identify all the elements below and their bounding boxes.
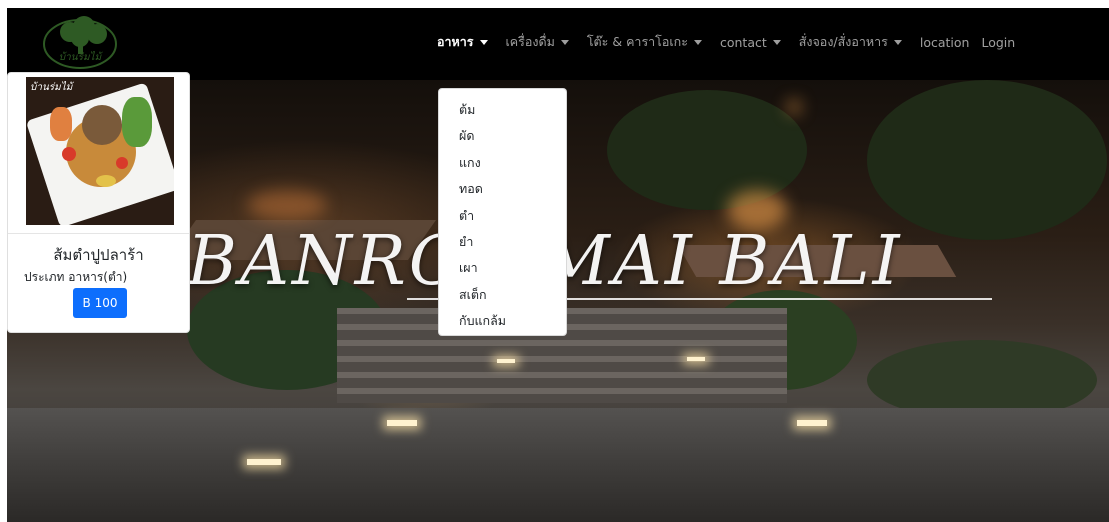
dropdown-item-fried[interactable]: ทอด xyxy=(439,176,566,202)
food-shape xyxy=(50,107,72,141)
nav-item-contact[interactable]: contact xyxy=(720,35,781,50)
ground-light xyxy=(797,420,827,426)
image-caption: บ้านร่มไม้ xyxy=(30,82,73,93)
nav-item-label: เครื่องดื่ม xyxy=(505,34,555,49)
tree-foliage xyxy=(867,80,1107,240)
nav-item-label: โต๊ะ & คาราโอเกะ xyxy=(586,34,688,49)
food-shape xyxy=(122,97,152,147)
nav-item-label: location xyxy=(919,34,970,50)
nav-item-label: สั่งจอง/สั่งอาหาร xyxy=(798,34,888,49)
nav-item-order[interactable]: สั่งจอง/สั่งอาหาร xyxy=(799,32,902,52)
light-glow xyxy=(247,190,327,220)
product-title: ส้มตำปูปลาร้า xyxy=(53,246,144,264)
nav-item-tables-karaoke[interactable]: โต๊ะ & คาราโอเกะ xyxy=(587,32,702,52)
dropdown-item-snacks[interactable]: กับแกล้ม xyxy=(439,308,566,334)
food-dropdown-menu: ต้ม ผัด แกง ทอด ตำ ยำ เผา สเต็ก กับแกล้ม xyxy=(438,88,567,336)
food-shape xyxy=(82,105,122,145)
ground-light xyxy=(387,420,417,426)
ground-light xyxy=(687,357,705,361)
dropdown-item-salad[interactable]: ยำ xyxy=(439,229,566,255)
food-shape xyxy=(62,147,76,161)
navbar: บ้านร่มไม้ อาหาร เครื่องดื่ม โต๊ะ & คารา… xyxy=(7,8,1109,80)
light-glow xyxy=(787,100,801,114)
product-image: บ้านร่มไม้ xyxy=(26,77,174,225)
caret-down-icon xyxy=(772,39,781,45)
ground-light xyxy=(497,359,515,363)
dropdown-item-curry[interactable]: แกง xyxy=(439,150,566,176)
page-frame: BANROMMAI BALI บ้านร่มไม้ อาหาร เครื่องด… xyxy=(7,8,1109,522)
nav-item-food[interactable]: อาหาร xyxy=(437,32,488,52)
hero-title: BANROMMAI BALI xyxy=(187,222,903,301)
ground-light xyxy=(247,459,281,465)
nav-menu: อาหาร เครื่องดื่ม โต๊ะ & คาราโอเกะ conta… xyxy=(437,32,1027,52)
dropdown-item-stir-fry[interactable]: ผัด xyxy=(439,123,566,149)
nav-item-label: contact xyxy=(719,34,767,50)
brand-logo[interactable]: บ้านร่มไม้ xyxy=(40,14,120,72)
nav-item-label: อาหาร xyxy=(437,34,474,49)
dropdown-item-steak[interactable]: สเต็ก xyxy=(439,282,566,308)
food-shape xyxy=(116,157,128,169)
nav-item-location[interactable]: location xyxy=(920,35,970,50)
price-button[interactable]: B 100 xyxy=(73,288,127,318)
product-card: บ้านร่มไม้ ส้มตำปูปลาร้า ประเภท อาหาร(ตำ… xyxy=(7,72,190,333)
product-type: ประเภท อาหาร(ตำ) xyxy=(24,270,128,284)
nav-item-drinks[interactable]: เครื่องดื่ม xyxy=(506,32,569,52)
nav-item-label: Login xyxy=(981,34,1016,50)
logo-text: บ้านร่มไม้ xyxy=(59,51,103,63)
nav-item-login[interactable]: Login xyxy=(981,35,1015,50)
caret-down-icon xyxy=(479,39,488,45)
dropdown-item-grilled[interactable]: เผา xyxy=(439,255,566,281)
dropdown-item-pounded[interactable]: ตำ xyxy=(439,203,566,229)
food-shape xyxy=(96,175,116,187)
caret-down-icon xyxy=(693,39,702,45)
dropdown-item-boil[interactable]: ต้ม xyxy=(439,97,566,123)
caret-down-icon xyxy=(560,39,569,45)
tree-foliage xyxy=(607,90,807,210)
card-divider xyxy=(8,233,189,234)
caret-down-icon xyxy=(893,39,902,45)
tree-logo-icon: บ้านร่มไม้ xyxy=(43,16,117,69)
walkway xyxy=(7,408,1109,522)
